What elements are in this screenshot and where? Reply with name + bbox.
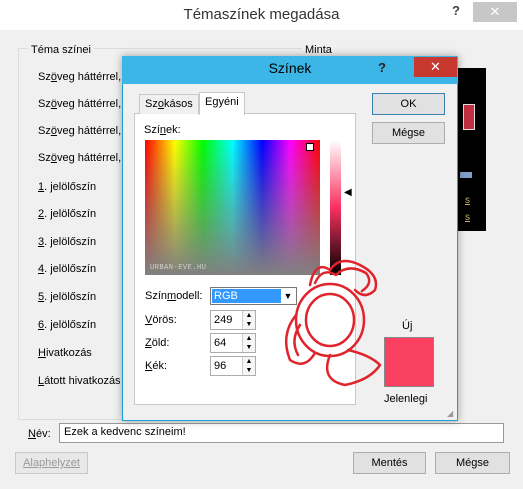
- tab-standard[interactable]: Szokásos: [139, 94, 199, 114]
- theme-color-row-label: . jelölőszín: [44, 319, 97, 331]
- save-button[interactable]: Mentés: [353, 452, 426, 474]
- theme-color-row-prefix: Sz: [38, 71, 51, 83]
- theme-color-row[interactable]: 3. jelölőszín: [38, 236, 96, 248]
- theme-color-row-label: . jelölőszín: [44, 181, 97, 193]
- sample-visited-link: s: [465, 212, 470, 223]
- theme-color-row[interactable]: Szöveg háttérrel,: [38, 71, 121, 83]
- current-color-label: Jelenlegi: [384, 393, 428, 405]
- theme-color-row-label: veg háttérrel,: [56, 98, 122, 110]
- theme-color-row-label: veg háttérrel,: [56, 125, 122, 137]
- theme-color-row-label: átott hivatkozás: [44, 375, 121, 387]
- color-model-label-accel: m: [167, 290, 177, 302]
- theme-color-row-label: . jelölőszín: [44, 208, 97, 220]
- theme-colors-group-label: Téma színei: [28, 44, 94, 56]
- blue-label-rest: ék:: [152, 360, 168, 372]
- theme-color-row[interactable]: Szöveg háttérrel,: [38, 152, 121, 164]
- annotation-arrow-top: [308, 259, 378, 297]
- spinner-arrows-icon[interactable]: ▲ ▼: [242, 311, 255, 329]
- green-label-accel: Z: [145, 337, 152, 349]
- spinner-arrows-icon[interactable]: ▲ ▼: [242, 357, 255, 375]
- name-input[interactable]: Ezek a kedvenc színeim!: [59, 423, 504, 443]
- outer-cancel-button[interactable]: Mégse: [435, 452, 510, 474]
- spinner-arrows-icon[interactable]: ▲ ▼: [242, 334, 255, 352]
- theme-color-row-accel: H: [38, 347, 46, 359]
- theme-color-row-label: veg háttérrel,: [56, 71, 122, 83]
- colors-cancel-button[interactable]: Mégse: [372, 122, 445, 144]
- theme-color-row[interactable]: Szöveg háttérrel,: [38, 98, 121, 110]
- theme-color-row[interactable]: Hivatkozás: [38, 347, 92, 359]
- spectrum-crosshair[interactable]: [306, 143, 314, 151]
- theme-color-row[interactable]: 5. jelölőszín: [38, 291, 96, 303]
- theme-color-row-label: . jelölőszín: [44, 263, 97, 275]
- annotation-arrow-top2: [313, 267, 371, 293]
- sample-label: Minta: [302, 44, 335, 56]
- blue-label: Kék:: [145, 360, 167, 372]
- color-model-label: Színmodell:: [145, 290, 202, 302]
- theme-color-row-label: ivatkozás: [45, 347, 92, 359]
- sample-red-block: [463, 104, 475, 130]
- name-label-accel: N: [28, 428, 36, 440]
- colors-close-button[interactable]: ✕: [414, 57, 457, 77]
- annotation-arrow-left2: [293, 323, 302, 357]
- luminance-arrow-icon[interactable]: ◀: [344, 187, 352, 198]
- color-model-label-before: Szín: [145, 290, 168, 302]
- ok-button[interactable]: OK: [372, 93, 445, 115]
- blue-spinner[interactable]: 96 ▲ ▼: [210, 356, 256, 376]
- theme-color-row-prefix: Sz: [38, 125, 51, 137]
- annotation-overlay: [284, 259, 382, 387]
- colors-label-after: ek:: [166, 124, 181, 136]
- theme-color-row[interactable]: Szöveg háttérrel,: [38, 125, 121, 137]
- red-label: Vörös:: [145, 314, 177, 326]
- watermark: URBAN-EVE.HU: [150, 264, 207, 272]
- green-label: Zöld:: [145, 337, 169, 349]
- reset-button-label: Alaphelyzet: [23, 457, 80, 469]
- name-label-rest: év:: [35, 428, 51, 440]
- tab-custom[interactable]: Egyéni: [199, 92, 245, 115]
- colors-label-before: Szí: [144, 124, 160, 136]
- theme-color-row[interactable]: 6. jelölőszín: [38, 319, 96, 331]
- resize-grip-icon[interactable]: ◢: [447, 409, 453, 418]
- reset-button[interactable]: Alaphelyzet: [15, 452, 88, 474]
- theme-color-row-label: veg háttérrel,: [56, 152, 122, 164]
- red-value: 249: [214, 314, 233, 326]
- theme-color-row[interactable]: 4. jelölőszín: [38, 263, 96, 275]
- theme-color-row[interactable]: 1. jelölőszín: [38, 181, 96, 193]
- theme-color-row-prefix: Sz: [38, 152, 51, 164]
- annotation-circle-inner: [304, 292, 356, 348]
- colors-label: Színek:: [144, 124, 181, 136]
- theme-color-row-prefix: Sz: [38, 98, 51, 110]
- sample-link: s: [465, 195, 470, 206]
- theme-color-row[interactable]: 2. jelölőszín: [38, 208, 96, 220]
- red-label-rest: örös:: [152, 314, 177, 326]
- tab-custom-label: Egyéni: [205, 96, 239, 108]
- colors-help-button[interactable]: ?: [378, 60, 386, 75]
- theme-color-row[interactable]: Látott hivatkozás: [38, 375, 121, 387]
- outer-dialog-title: Témaszínek megadása: [183, 6, 340, 23]
- blue-value: 96: [214, 360, 227, 372]
- red-spinner[interactable]: 249 ▲ ▼: [210, 310, 256, 330]
- color-model-label-after: odell:: [176, 290, 203, 302]
- colors-dialog-title: Színek: [268, 60, 312, 76]
- new-color-swatch: [384, 337, 434, 387]
- outer-close-button[interactable]: ✕: [473, 2, 517, 22]
- new-color-label: Új: [402, 320, 413, 332]
- green-label-rest: öld:: [151, 337, 170, 349]
- name-label: Név:: [28, 428, 51, 440]
- sample-blue-block: [460, 172, 472, 178]
- outer-help-button[interactable]: ?: [452, 3, 468, 18]
- theme-color-row-label: . jelölőszín: [44, 291, 97, 303]
- tab-standard-after: kásos: [163, 98, 193, 110]
- green-spinner[interactable]: 64 ▲ ▼: [210, 333, 256, 353]
- tab-standard-before: Sz: [145, 98, 158, 110]
- theme-color-row-label: . jelölőszín: [44, 236, 97, 248]
- green-value: 64: [214, 337, 227, 349]
